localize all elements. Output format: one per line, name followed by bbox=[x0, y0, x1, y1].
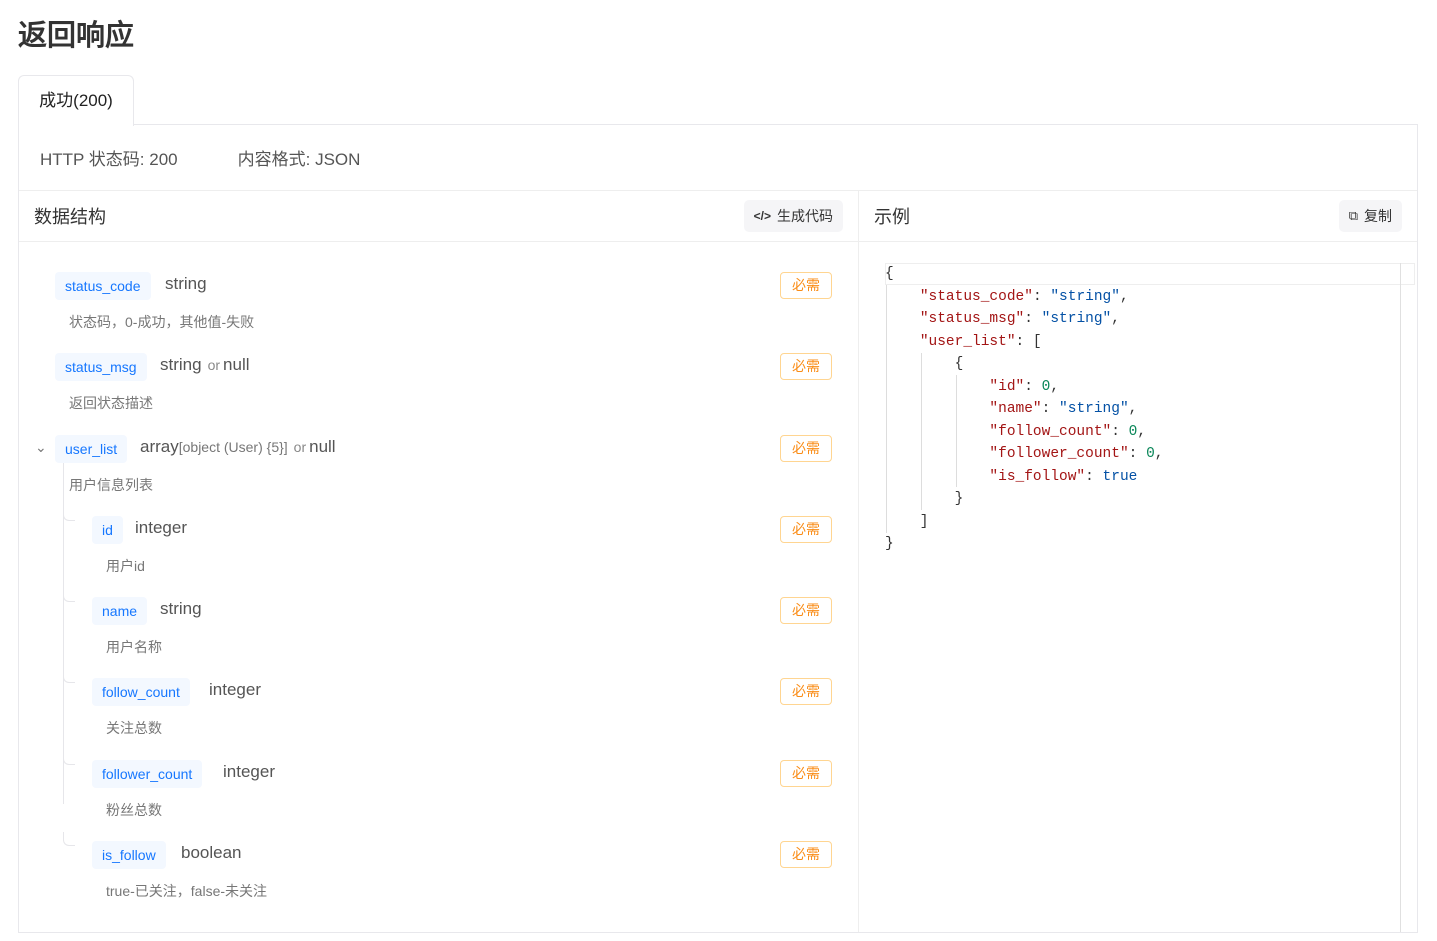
required-badge: 必需 bbox=[780, 516, 832, 543]
field-type: integer bbox=[223, 762, 275, 781]
copy-label: 复制 bbox=[1364, 208, 1392, 224]
json-example: { "status_code": "string", "status_msg":… bbox=[885, 266, 1164, 552]
field-name: follow_count bbox=[92, 678, 190, 706]
code-viewer[interactable]: { "status_code": "string", "status_msg":… bbox=[859, 243, 1417, 932]
field-type: integer bbox=[209, 680, 261, 699]
field-row: follow_count integer 关注总数 必需 bbox=[19, 678, 858, 758]
example-title: 示例 bbox=[874, 207, 910, 227]
field-desc: 用户id bbox=[106, 558, 145, 574]
code-icon: </> bbox=[753, 209, 771, 223]
required-badge: 必需 bbox=[780, 272, 832, 299]
tab-success-200[interactable]: 成功(200) bbox=[18, 75, 134, 126]
page-title: 返回响应 bbox=[18, 20, 135, 52]
schema-title: 数据结构 bbox=[34, 207, 106, 227]
response-meta: HTTP 状态码: 200 内容格式: JSON bbox=[19, 125, 1417, 191]
field-name: follower_count bbox=[92, 760, 203, 788]
copy-button[interactable]: ⧉ 复制 bbox=[1338, 200, 1402, 232]
field-name: is_follow bbox=[92, 841, 166, 869]
required-badge: 必需 bbox=[780, 760, 832, 787]
generate-code-button[interactable]: </> 生成代码 bbox=[743, 200, 843, 232]
field-type: array[object (User) {5}] or null bbox=[140, 437, 336, 456]
field-row: follower_count integer 粉丝总数 必需 bbox=[19, 760, 858, 840]
required-badge: 必需 bbox=[780, 841, 832, 868]
field-desc: 粉丝总数 bbox=[106, 802, 162, 818]
copy-icon: ⧉ bbox=[1348, 208, 1358, 223]
field-desc: true-已关注，false-未关注 bbox=[106, 883, 268, 899]
http-status: HTTP 状态码: 200 bbox=[40, 150, 178, 169]
field-type: string bbox=[160, 599, 202, 618]
field-desc: 关注总数 bbox=[106, 720, 162, 736]
field-name: name bbox=[92, 597, 148, 625]
field-name: id bbox=[92, 516, 123, 544]
field-desc: 返回状态描述 bbox=[69, 395, 153, 411]
field-type: string bbox=[165, 274, 207, 293]
field-type: integer bbox=[135, 518, 187, 537]
content-format: 内容格式: JSON bbox=[237, 150, 361, 169]
field-type: string or null bbox=[160, 355, 250, 374]
required-badge: 必需 bbox=[780, 435, 832, 462]
field-desc: 用户信息列表 bbox=[69, 477, 153, 493]
field-desc: 状态码，0-成功，其他值-失败 bbox=[69, 314, 255, 330]
field-row: status_code string 状态码，0-成功，其他值-失败 必需 bbox=[19, 272, 858, 352]
example-panel: 示例 ⧉ 复制 { "status_code": "string", "stat… bbox=[859, 191, 1417, 932]
field-row: ⌄ user_list array[object (User) {5}] or nu… bbox=[19, 435, 858, 515]
required-badge: 必需 bbox=[780, 678, 832, 705]
field-row: id integer 用户id 必需 bbox=[19, 516, 858, 596]
field-row: status_msg string or null 返回状态描述 必需 bbox=[19, 353, 858, 433]
field-name: status_msg bbox=[55, 353, 147, 381]
response-panel: HTTP 状态码: 200 内容格式: JSON 数据结构 </> 生成代码 s… bbox=[18, 124, 1418, 933]
required-badge: 必需 bbox=[780, 353, 832, 380]
field-row: is_follow boolean true-已关注，false-未关注 必需 bbox=[19, 841, 858, 921]
generate-code-label: 生成代码 bbox=[777, 208, 833, 224]
field-name: status_code bbox=[55, 272, 151, 300]
required-badge: 必需 bbox=[780, 597, 832, 624]
field-row: name string 用户名称 必需 bbox=[19, 597, 858, 677]
schema-panel: 数据结构 </> 生成代码 status_code string 状态码，0-成… bbox=[19, 191, 859, 932]
field-desc: 用户名称 bbox=[106, 639, 162, 655]
field-name: user_list bbox=[55, 435, 128, 463]
code-scrollbar[interactable] bbox=[1400, 263, 1401, 932]
field-type: boolean bbox=[181, 843, 242, 862]
chevron-down-icon[interactable]: ⌄ bbox=[35, 439, 47, 456]
